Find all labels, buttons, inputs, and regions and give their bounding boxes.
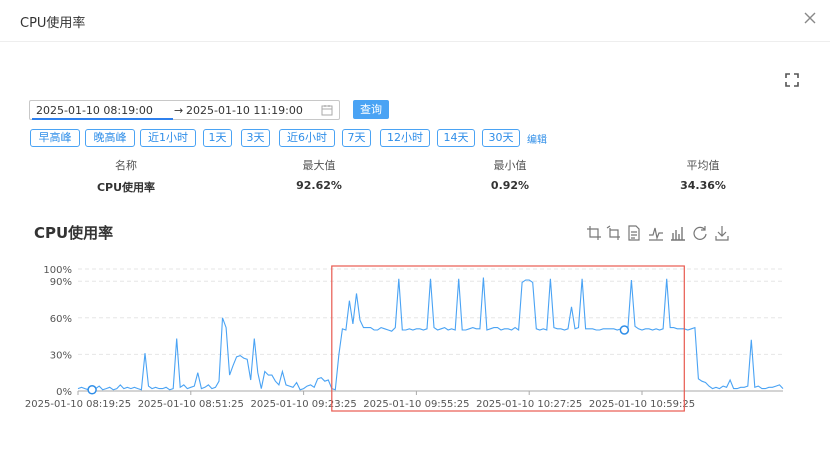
- x-tick-label: 2025-01-10 09:55:25: [363, 399, 469, 410]
- max-value-marker: [619, 325, 630, 335]
- y-tick-label: 30%: [50, 350, 72, 361]
- x-tick-label: 2025-01-10 10:59:25: [589, 399, 695, 410]
- x-tick-label: 2025-01-10 10:27:25: [476, 399, 582, 410]
- x-tick-label: 2025-01-10 08:51:25: [138, 399, 244, 410]
- y-tick-label: 0%: [56, 387, 72, 398]
- y-tick-label: 90%: [50, 277, 72, 288]
- cpu-usage-line-chart[interactable]: 0% 30% 60% 90%100% 2025-01-10 08:19:25 2025-0…: [0, 0, 830, 475]
- x-tick-label: 2025-01-10 08:19:25: [25, 399, 131, 410]
- y-tick-label: 100%: [43, 265, 72, 276]
- highlight-region-box: [331, 265, 685, 412]
- cpu-usage-series-line: [77, 277, 784, 391]
- x-tick-label: 2025-01-10 09:23:25: [250, 399, 356, 410]
- min-value-marker: [87, 385, 97, 395]
- y-tick-label: 60%: [50, 314, 72, 325]
